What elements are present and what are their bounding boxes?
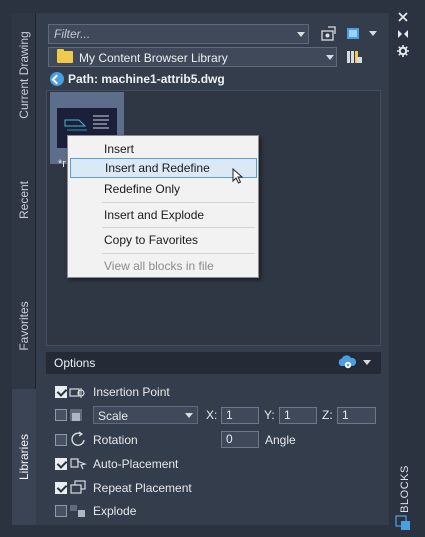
- menu-item-insert-and-redefine[interactable]: Insert and Redefine: [70, 158, 257, 178]
- chevron-down-icon[interactable]: [363, 360, 371, 365]
- scale-x-label: X:: [206, 408, 218, 422]
- chevron-down-icon[interactable]: [297, 32, 305, 37]
- menu-separator: [102, 253, 255, 254]
- repeat-placement-icon: [70, 480, 86, 494]
- autohide-icon[interactable]: [397, 29, 409, 39]
- menu-item-insert-and-explode[interactable]: Insert and Explode: [70, 205, 257, 225]
- library-label: My Content Browser Library: [79, 51, 228, 65]
- menu-separator: [102, 202, 255, 203]
- menu-item-insert[interactable]: Insert: [70, 139, 257, 159]
- cloud-settings-icon[interactable]: [337, 354, 357, 371]
- scale-y-field[interactable]: 1: [279, 407, 317, 424]
- scale-dropdown[interactable]: Scale: [93, 406, 198, 424]
- repeat-placement-checkbox[interactable]: [55, 482, 67, 494]
- palette-titlebar: [389, 0, 425, 537]
- tab-label: Libraries: [17, 433, 31, 481]
- tab-libraries[interactable]: Libraries: [12, 389, 36, 525]
- import-blocks-icon[interactable]: [320, 25, 338, 43]
- chevron-down-icon[interactable]: [326, 55, 334, 60]
- insertion-point-checkbox[interactable]: [55, 386, 67, 398]
- block-name-label: *r: [58, 158, 66, 170]
- scale-dropdown-value: Scale: [98, 409, 129, 423]
- scale-z-label: Z:: [322, 408, 333, 422]
- menu-item-view-all-blocks: View all blocks in file: [104, 259, 214, 273]
- library-browse-icon[interactable]: [345, 48, 363, 66]
- thumbnail-view-icon[interactable]: [346, 25, 364, 43]
- rotation-icon: [71, 431, 85, 446]
- palette-tabs: Current Drawing Recent Favorites Librari…: [12, 13, 36, 525]
- rotation-angle-field[interactable]: 0: [221, 431, 259, 448]
- options-header[interactable]: Options: [46, 352, 381, 374]
- repeat-placement-label: Repeat Placement: [93, 481, 192, 495]
- scale-y-label: Y:: [264, 408, 275, 422]
- blocks-palette: Current Drawing Recent Favorites Librari…: [0, 0, 425, 537]
- options-title: Options: [54, 356, 96, 370]
- mouse-cursor-icon: [232, 168, 244, 184]
- menu-item-redefine-only[interactable]: Redefine Only: [70, 179, 257, 199]
- rotation-label: Rotation: [93, 433, 138, 447]
- tab-label: Favorites: [16, 301, 31, 351]
- menu-item-copy-to-favorites[interactable]: Copy to Favorites: [70, 230, 257, 250]
- angle-label: Angle: [265, 433, 296, 447]
- scale-x-field[interactable]: 1: [221, 407, 259, 424]
- library-dropdown[interactable]: My Content Browser Library: [48, 47, 337, 67]
- scale-icon: [70, 409, 82, 421]
- gear-icon[interactable]: [397, 45, 409, 57]
- auto-placement-checkbox[interactable]: [55, 458, 67, 470]
- palette-title: BLOCKS: [398, 465, 412, 513]
- explode-checkbox[interactable]: [55, 505, 67, 517]
- filter-input[interactable]: [49, 25, 289, 43]
- auto-placement-icon: [70, 458, 87, 470]
- path-label: Path: machine1-attrib5.dwg: [68, 72, 225, 86]
- tab-favorites[interactable]: Favorites: [12, 263, 36, 389]
- rotation-checkbox[interactable]: [55, 434, 67, 446]
- chevron-down-icon[interactable]: [185, 413, 193, 418]
- explode-label: Explode: [93, 504, 137, 518]
- menu-separator: [102, 227, 255, 228]
- context-menu: Insert Insert and Redefine Redefine Only…: [67, 135, 259, 278]
- back-arrow-icon[interactable]: [50, 72, 64, 86]
- tab-recent[interactable]: Recent: [12, 137, 36, 263]
- explode-icon: [70, 505, 85, 517]
- scale-checkbox[interactable]: [55, 409, 67, 421]
- folder-icon: [57, 49, 73, 63]
- insertion-point-icon: [69, 388, 85, 398]
- blocks-palette-icon: [395, 515, 410, 530]
- scale-z-field[interactable]: 1: [337, 407, 376, 424]
- tab-current-drawing[interactable]: Current Drawing: [12, 13, 36, 137]
- palette-title-text: BLOCKS: [399, 465, 411, 513]
- chevron-down-icon[interactable]: [369, 31, 377, 36]
- auto-placement-label: Auto-Placement: [93, 457, 179, 471]
- filter-field[interactable]: [48, 24, 309, 44]
- tab-label: Current Drawing: [16, 31, 31, 119]
- insertion-point-label: Insertion Point: [93, 385, 170, 399]
- close-icon[interactable]: [398, 12, 408, 22]
- tab-label: Recent: [16, 180, 31, 220]
